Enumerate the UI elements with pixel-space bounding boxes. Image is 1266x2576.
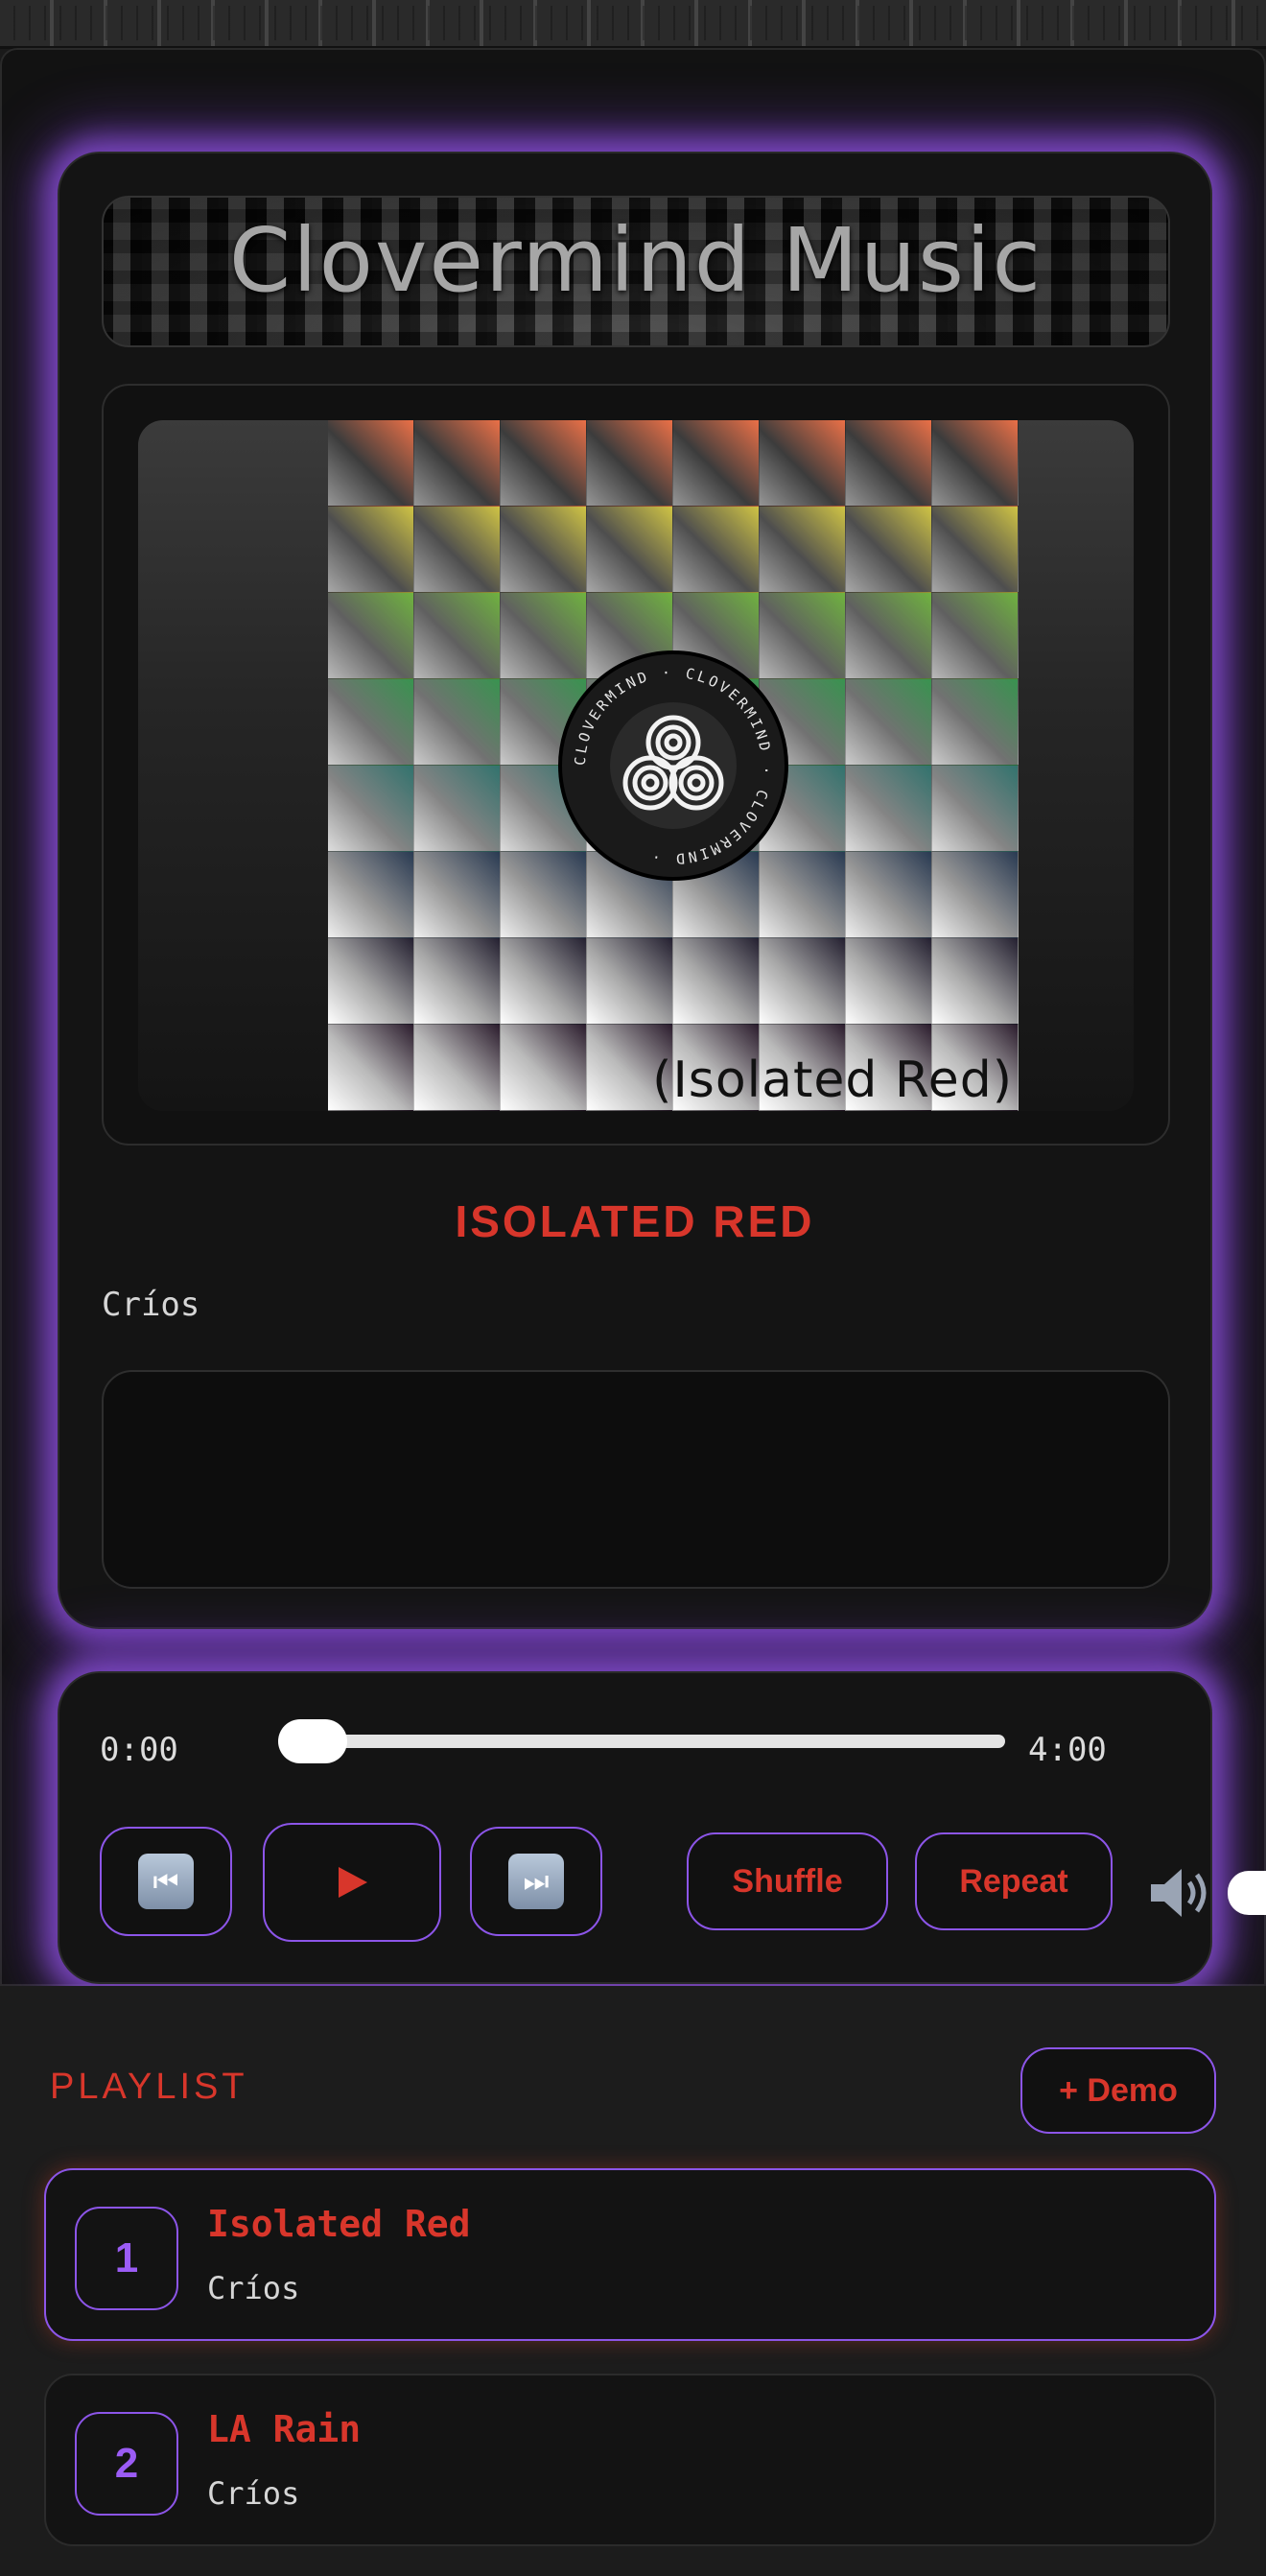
- artwork-tile: [760, 507, 846, 593]
- duration: 4:00: [1028, 1731, 1107, 1769]
- artwork-tile: [846, 938, 932, 1025]
- play-icon: [339, 1867, 367, 1898]
- playlist-heading: PLAYLIST: [50, 2067, 248, 2107]
- lyrics-panel: [102, 1370, 1170, 1589]
- artwork-tile: [414, 679, 501, 766]
- track-title: ISOLATED RED: [455, 1196, 815, 1246]
- repeat-button[interactable]: Repeat: [915, 1832, 1113, 1930]
- artwork-tile: [846, 420, 932, 507]
- artwork-tile: [760, 938, 846, 1025]
- artwork-tile: [328, 507, 414, 593]
- artwork-tile: [760, 420, 846, 507]
- artwork-tile: [501, 1025, 587, 1111]
- artwork-tile: [501, 507, 587, 593]
- top-texture-strip: [0, 0, 1266, 49]
- clovermind-emblem: CLOVERMIND · CLOVERMIND · CLOVERMIND ·: [558, 650, 788, 881]
- artwork-tile: [932, 420, 1019, 507]
- artwork-tile: [328, 1025, 414, 1111]
- artwork-tile: [932, 938, 1019, 1025]
- artwork-tile: [328, 852, 414, 938]
- artwork-tile: [587, 938, 673, 1025]
- artwork-label: (Isolated Red): [652, 1052, 1013, 1109]
- artwork-tile: [328, 593, 414, 679]
- artwork-tile: [414, 852, 501, 938]
- repeat-label: Repeat: [959, 1862, 1068, 1900]
- playlist-item-title: Isolated Red: [207, 2203, 471, 2245]
- artwork-tile: [846, 679, 932, 766]
- artwork-tile: [587, 420, 673, 507]
- playlist-item-title: LA Rain: [207, 2408, 362, 2450]
- playlist-item[interactable]: 1 Isolated Red Críos: [44, 2168, 1216, 2341]
- track-artist: Críos: [102, 1286, 200, 1324]
- seek-handle[interactable]: [278, 1719, 347, 1763]
- artwork-tile: [414, 507, 501, 593]
- playlist-section: PLAYLIST + Demo 1 Isolated Red Críos 2 L…: [0, 1986, 1266, 2576]
- artwork-tile: [328, 938, 414, 1025]
- artwork-tile: [846, 507, 932, 593]
- next-button[interactable]: ⏭: [470, 1827, 602, 1936]
- artwork-tile: [501, 938, 587, 1025]
- artwork-tile: [501, 420, 587, 507]
- shuffle-label: Shuffle: [732, 1862, 843, 1900]
- app-banner: Clovermind Music: [102, 196, 1170, 347]
- artwork-tile: [932, 679, 1019, 766]
- artwork-tile: [414, 766, 501, 852]
- artwork-tile: [328, 420, 414, 507]
- previous-track-icon: ⏮: [138, 1854, 194, 1909]
- artwork-tile: [673, 420, 760, 507]
- track-number: 2: [75, 2412, 178, 2516]
- artwork-tile: [414, 1025, 501, 1111]
- artwork-tile: [673, 507, 760, 593]
- add-demo-button[interactable]: + Demo: [1020, 2047, 1216, 2134]
- album-art-backdrop: CLOVERMIND · CLOVERMIND · CLOVERMIND · (…: [138, 420, 1134, 1111]
- next-track-icon: ⏭: [508, 1854, 564, 1909]
- current-time: 0:00: [100, 1731, 178, 1769]
- artwork-tile: [932, 766, 1019, 852]
- artwork-tile: [846, 766, 932, 852]
- player-stage: Clovermind Music CLOVERMIND · CLOVERMIND…: [0, 48, 1266, 1986]
- playlist-item-artist: Críos: [207, 2475, 300, 2512]
- artwork-tile: [846, 593, 932, 679]
- playlist-item-artist: Críos: [207, 2270, 300, 2306]
- artwork-tile: [414, 593, 501, 679]
- volume-slider-handle[interactable]: [1228, 1871, 1266, 1915]
- app-title: Clovermind Music: [228, 209, 1043, 312]
- seek-bar[interactable]: [280, 1735, 1005, 1748]
- add-demo-label: + Demo: [1059, 2071, 1178, 2109]
- artwork-tile: [414, 420, 501, 507]
- play-button[interactable]: [263, 1823, 441, 1942]
- album-art-frame: CLOVERMIND · CLOVERMIND · CLOVERMIND · (…: [102, 384, 1170, 1146]
- artwork-tile: [587, 507, 673, 593]
- artwork-tile: [932, 593, 1019, 679]
- shuffle-button[interactable]: Shuffle: [687, 1832, 888, 1930]
- track-number: 1: [75, 2207, 178, 2310]
- previous-button[interactable]: ⏮: [100, 1827, 232, 1936]
- artwork-tile: [414, 938, 501, 1025]
- player-controls: 0:00 4:00 ⏮ ⏭ Shuffle Repeat: [58, 1671, 1266, 1984]
- playlist-item[interactable]: 2 LA Rain Críos: [44, 2374, 1216, 2546]
- album-art: CLOVERMIND · CLOVERMIND · CLOVERMIND · (…: [328, 420, 1019, 1111]
- speaker-icon[interactable]: [1145, 1861, 1212, 1925]
- artwork-tile: [328, 766, 414, 852]
- triskele-icon: CLOVERMIND · CLOVERMIND · CLOVERMIND ·: [572, 664, 772, 867]
- artwork-tile: [328, 679, 414, 766]
- artwork-tile: [673, 938, 760, 1025]
- now-playing-card: Clovermind Music CLOVERMIND · CLOVERMIND…: [58, 152, 1212, 1629]
- artwork-tile: [932, 852, 1019, 938]
- artwork-tile: [932, 507, 1019, 593]
- artwork-tile: [846, 852, 932, 938]
